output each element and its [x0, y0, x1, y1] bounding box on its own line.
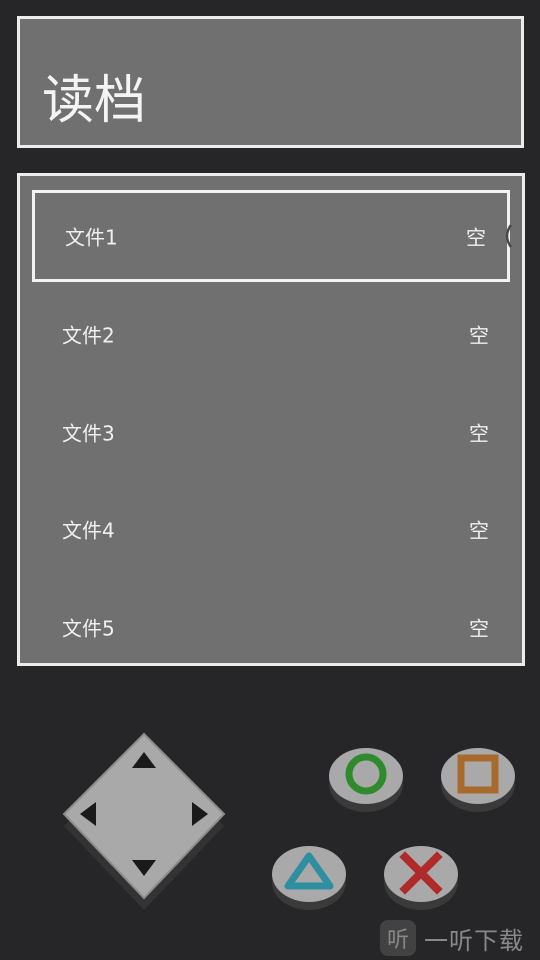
save-slot-3[interactable]: 文件3 空 — [32, 386, 510, 478]
save-slot-5[interactable]: 文件5 空 — [32, 581, 510, 663]
page-title: 读档 — [42, 71, 147, 131]
save-slot-name: 文件2 — [62, 323, 115, 348]
load-game-screen: 读档 文件1 空 文件2 空 文件3 空 文件4 空 文件5 空 听 一听下载 — [0, 0, 540, 960]
square-button[interactable] — [439, 742, 517, 814]
cross-button[interactable] — [382, 840, 460, 912]
title-panel: 读档 — [17, 16, 524, 148]
save-slot-name: 文件4 — [62, 518, 115, 543]
save-slot-status: 空 — [469, 518, 489, 543]
dpad[interactable] — [52, 726, 236, 910]
save-slot-list: 文件1 空 文件2 空 文件3 空 文件4 空 文件5 空 — [17, 173, 525, 666]
save-slot-4[interactable]: 文件4 空 — [32, 483, 510, 575]
save-slot-status: 空 — [466, 225, 486, 250]
save-slot-status: 空 — [469, 421, 489, 446]
save-slot-1[interactable]: 文件1 空 — [32, 190, 513, 282]
watermark-logo-icon: 听 — [380, 920, 416, 956]
watermark-text: 一听下载 — [424, 926, 524, 955]
save-slot-name: 文件5 — [62, 616, 115, 641]
triangle-button[interactable] — [270, 840, 348, 912]
save-slot-status: 空 — [469, 323, 489, 348]
save-slot-status: 空 — [469, 616, 489, 641]
circle-button[interactable] — [327, 742, 405, 814]
selection-cursor-icon — [505, 224, 513, 248]
save-slot-name: 文件3 — [62, 421, 115, 446]
save-slot-name: 文件1 — [65, 225, 118, 250]
watermark: 听 一听下载 — [380, 918, 524, 958]
save-slot-2[interactable]: 文件2 空 — [32, 288, 510, 380]
